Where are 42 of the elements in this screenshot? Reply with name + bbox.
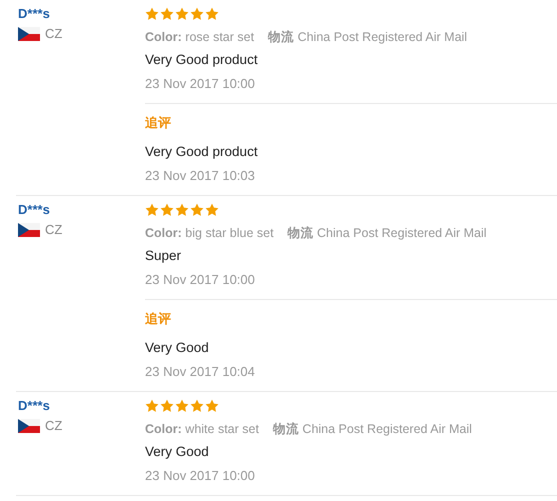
review-text: Very Good <box>145 443 210 461</box>
star-icon <box>175 7 189 21</box>
followup-label: 追评 <box>145 114 172 132</box>
logistics-attribute: 物流 China Post Registered Air Mail <box>272 421 472 438</box>
star-icon <box>190 203 204 217</box>
star-icon <box>160 399 174 413</box>
star-icon <box>145 203 159 217</box>
country-code: CZ <box>45 25 62 43</box>
star-icon <box>190 399 204 413</box>
star-icon <box>190 7 204 21</box>
followup-date: 23 Nov 2017 10:04 <box>145 363 256 381</box>
star-icon <box>175 203 189 217</box>
logistics-attribute: 物流 China Post Registered Air Mail <box>268 29 468 46</box>
user-name: D***s <box>18 5 51 23</box>
star-icon <box>175 399 189 413</box>
star-icon <box>205 203 219 217</box>
followup-text: Very Good product <box>145 143 259 161</box>
flag-icon <box>18 223 40 237</box>
star-icon <box>160 7 174 21</box>
country-code: CZ <box>45 417 62 435</box>
color-attribute: Color: big star blue set <box>145 225 274 242</box>
user-name: D***s <box>18 201 51 219</box>
followup-label: 追评 <box>145 310 172 328</box>
followup-text: Very Good <box>145 339 210 357</box>
review-date: 23 Nov 2017 10:00 <box>145 75 256 93</box>
star-icon <box>160 203 174 217</box>
country-code: CZ <box>45 221 62 239</box>
star-icon <box>145 7 159 21</box>
user-name: D***s <box>18 397 51 415</box>
star-icon <box>145 399 159 413</box>
review-date: 23 Nov 2017 10:00 <box>145 467 256 485</box>
flag-icon <box>18 419 40 433</box>
flag-icon <box>18 27 40 41</box>
star-icon <box>205 399 219 413</box>
color-attribute: Color: white star set <box>145 421 259 438</box>
color-attribute: Color: rose star set <box>145 29 254 46</box>
review-text: Very Good product <box>145 51 259 69</box>
review-date: 23 Nov 2017 10:00 <box>145 271 256 289</box>
review-text: Super <box>145 247 182 265</box>
star-icon <box>205 7 219 21</box>
logistics-attribute: 物流 China Post Registered Air Mail <box>288 225 487 242</box>
followup-date: 23 Nov 2017 10:03 <box>145 167 256 185</box>
